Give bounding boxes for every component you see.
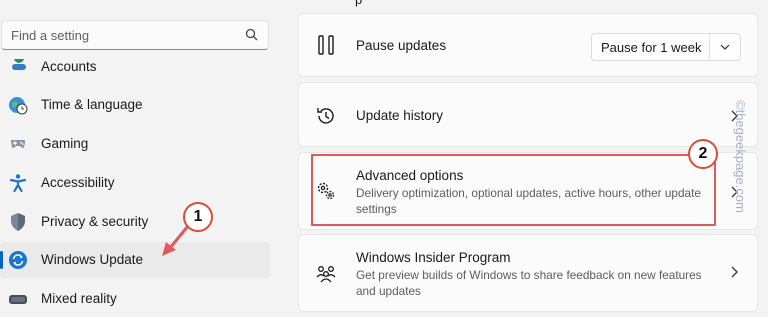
pause-duration-dropdown[interactable]: Pause for 1 week xyxy=(591,33,741,61)
gamepad-icon xyxy=(10,140,26,148)
globe-clock-icon xyxy=(9,97,28,115)
page-title-clipped: p xyxy=(355,0,362,7)
chevron-right-icon xyxy=(731,266,738,278)
insider-program-title: Windows Insider Program xyxy=(356,250,511,265)
sidebar-item-label: Accounts xyxy=(41,59,97,72)
update-history-title: Update history xyxy=(356,108,444,123)
pause-duration-value: Pause for 1 week xyxy=(601,40,702,55)
sidebar-item-label: Windows Update xyxy=(41,252,144,267)
annotation-callout-1: 1 xyxy=(183,202,213,232)
sidebar-item-mixed-reality[interactable]: Mixed reality xyxy=(0,281,270,317)
pause-icon xyxy=(318,35,334,55)
sidebar: Find a setting Accounts Time & language xyxy=(0,0,282,316)
pause-updates-card: Pause updates Pause for 1 week xyxy=(298,13,758,77)
accounts-icon xyxy=(12,59,26,70)
annotation-callout-2: 2 xyxy=(688,139,718,169)
update-history-card[interactable]: Update history xyxy=(298,82,758,147)
active-indicator xyxy=(0,251,3,269)
chevron-down-icon[interactable] xyxy=(718,41,732,53)
insider-program-subtitle: Get preview builds of Windows to share f… xyxy=(356,268,702,298)
sidebar-item-accounts[interactable]: Accounts xyxy=(0,55,270,72)
search-placeholder: Find a setting xyxy=(11,28,90,43)
annotation-highlight-box xyxy=(311,154,716,226)
sidebar-item-time-language[interactable]: Time & language xyxy=(0,87,270,123)
sidebar-item-accessibility[interactable]: Accessibility xyxy=(0,165,270,201)
sidebar-item-label: Gaming xyxy=(41,136,89,151)
windows-update-icon xyxy=(9,251,27,269)
accessibility-icon xyxy=(9,174,27,193)
sidebar-item-label: Privacy & security xyxy=(41,214,149,229)
search-input[interactable]: Find a setting xyxy=(1,20,269,50)
watermark: ©thegeekpage.com xyxy=(733,100,748,213)
sidebar-item-label: Time & language xyxy=(41,97,143,112)
sidebar-item-privacy-security[interactable]: Privacy & security xyxy=(0,204,270,240)
dropdown-separator xyxy=(709,34,710,60)
insider-program-card[interactable]: Windows Insider Program Get preview buil… xyxy=(298,234,758,312)
sidebar-item-label: Mixed reality xyxy=(41,291,117,306)
history-icon xyxy=(317,108,334,124)
sidebar-item-gaming[interactable]: Gaming xyxy=(0,126,270,162)
search-icon xyxy=(245,28,258,41)
sidebar-item-windows-update[interactable]: Windows Update xyxy=(0,242,270,278)
vr-headset-icon xyxy=(9,295,27,304)
pause-updates-title: Pause updates xyxy=(356,38,447,53)
sidebar-item-label: Accessibility xyxy=(41,175,115,190)
insider-icon xyxy=(316,266,336,283)
shield-icon xyxy=(11,213,25,231)
